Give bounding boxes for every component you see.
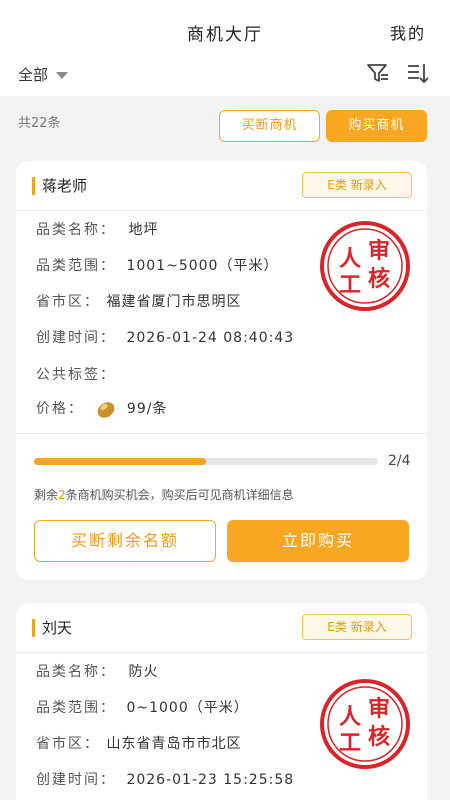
- tags-row: 公共标签：: [36, 364, 120, 384]
- seal-char-4: 核: [368, 266, 390, 292]
- progress-fill: [34, 458, 206, 465]
- lead-card[interactable]: 刘天 E类 新录入 品类名称： 防火 品类范围： 0~1000（平米） 省市区：…: [16, 603, 427, 800]
- category-filter-dropdown[interactable]: 全部: [18, 64, 69, 85]
- seal-char-2: 审: [368, 238, 390, 264]
- category-value: 防火: [128, 664, 159, 680]
- card-header: 刘天 E类 新录入: [16, 603, 427, 653]
- range-label: 品类范围：: [36, 258, 116, 274]
- remain-count: 2: [58, 488, 66, 502]
- seal-char-3: 工: [339, 731, 361, 756]
- purchase-progress-bar: [34, 458, 378, 465]
- result-count: 共22条: [18, 116, 61, 131]
- status-badge: E类 新录入: [302, 172, 412, 198]
- tags-label: 公共标签：: [36, 367, 116, 383]
- chevron-down-icon: [56, 72, 69, 79]
- manual-review-seal-icon: 人 审 工 核: [320, 679, 410, 769]
- created-row: 创建时间： 2026-01-24 08:40:43: [36, 327, 294, 347]
- accent-bar: [32, 619, 35, 637]
- manual-review-seal-icon: 人 审 工 核: [320, 221, 410, 311]
- region-label: 省市区：: [36, 294, 100, 310]
- seal-char-3: 工: [339, 273, 361, 298]
- created-value: 2026-01-23 15:25:58: [126, 772, 295, 788]
- price-row: 价格： 99/条: [36, 397, 167, 421]
- card-header: 蒋老师 E类 新录入: [16, 161, 427, 211]
- gold-bean-icon: [98, 402, 115, 418]
- page-title: 商机大厅: [187, 25, 263, 45]
- price-label: 价格：: [36, 401, 84, 417]
- created-label: 创建时间：: [36, 772, 116, 788]
- range-row: 品类范围： 0~1000（平米）: [36, 697, 249, 717]
- range-label: 品类范围：: [36, 700, 116, 716]
- category-row: 品类名称： 防火: [36, 661, 158, 681]
- divider: [16, 433, 427, 434]
- seal-char-1: 人: [339, 247, 361, 272]
- created-row: 创建时间： 2026-01-23 15:25:58: [36, 769, 294, 789]
- buyout-leads-button[interactable]: 买断商机: [219, 110, 320, 142]
- category-row: 品类名称： 地坪: [36, 219, 158, 239]
- progress-text: 2/4: [388, 453, 411, 469]
- filter-label: 全部: [18, 66, 49, 84]
- funnel-filter-icon[interactable]: [366, 62, 390, 84]
- range-value: 0~1000（平米）: [126, 700, 249, 716]
- remain-suffix: 条商机购买机会，购买后可见商机详细信息: [65, 488, 294, 502]
- category-value: 地坪: [128, 222, 159, 238]
- buy-now-button[interactable]: 立即购买: [227, 520, 409, 562]
- price-value: 99/条: [126, 401, 168, 417]
- category-label: 品类名称：: [36, 222, 116, 238]
- top-bar: 商机大厅 我的 全部: [0, 0, 450, 96]
- region-value: 福建省厦门市思明区: [106, 294, 242, 310]
- mine-link[interactable]: 我的: [390, 20, 426, 44]
- created-value: 2026-01-24 08:40:43: [126, 330, 295, 346]
- contact-name: 蒋老师: [42, 177, 88, 195]
- buyout-remaining-button[interactable]: 买断剩余名额: [34, 520, 216, 562]
- region-row: 省市区： 山东省青岛市市北区: [36, 733, 241, 753]
- seal-char-2: 审: [368, 696, 390, 722]
- range-value: 1001~5000（平米）: [126, 258, 279, 274]
- remaining-info: 剩余2条商机购买机会，购买后可见商机详细信息: [34, 486, 294, 503]
- buy-leads-button[interactable]: 购买商机: [326, 110, 427, 142]
- accent-bar: [32, 177, 35, 195]
- status-badge: E类 新录入: [302, 614, 412, 640]
- seal-char-4: 核: [368, 724, 390, 750]
- region-label: 省市区：: [36, 736, 100, 752]
- region-value: 山东省青岛市市北区: [106, 736, 242, 752]
- seal-char-1: 人: [339, 705, 361, 730]
- category-label: 品类名称：: [36, 664, 116, 680]
- contact-name: 刘天: [42, 619, 73, 637]
- range-row: 品类范围： 1001~5000（平米）: [36, 255, 278, 275]
- lead-card[interactable]: 蒋老师 E类 新录入 品类名称： 地坪 品类范围： 1001~5000（平米） …: [16, 161, 427, 580]
- region-row: 省市区： 福建省厦门市思明区: [36, 291, 241, 311]
- remain-prefix: 剩余: [34, 488, 59, 502]
- sort-icon[interactable]: [405, 62, 429, 84]
- created-label: 创建时间：: [36, 330, 116, 346]
